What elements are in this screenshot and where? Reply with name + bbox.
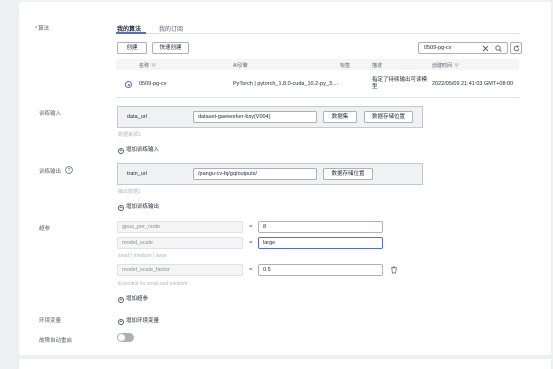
create-button[interactable]: 创建 bbox=[117, 42, 147, 54]
quick-create-button[interactable]: 快速创建 bbox=[152, 42, 189, 54]
hyperparam-value[interactable]: large bbox=[258, 237, 383, 249]
hyperparam-name: model_scale bbox=[117, 237, 243, 249]
train-output-hint: 输出数据1 bbox=[118, 189, 141, 195]
equals-sign: = bbox=[249, 267, 253, 273]
hyperparam-value[interactable]: 8 bbox=[258, 221, 383, 233]
tab-my-subscriptions[interactable]: 我的订阅 bbox=[159, 24, 183, 33]
search-icon[interactable] bbox=[495, 45, 502, 52]
train-input-name: data_url bbox=[127, 114, 147, 120]
row-description: 指定了持续输出可读模型 bbox=[372, 77, 428, 90]
table-header: 名称 AI引擎 标签 描述 创建时间 bbox=[116, 59, 519, 70]
algorithm-label: *算法 bbox=[35, 26, 50, 32]
equals-sign: = bbox=[249, 224, 253, 230]
dataset-button[interactable]: 数据集 bbox=[323, 111, 357, 123]
hyperparam-name: model_scale_factor bbox=[117, 264, 243, 276]
delete-icon[interactable] bbox=[390, 266, 398, 274]
help-icon[interactable]: ? bbox=[65, 166, 73, 174]
add-circle-icon: + bbox=[118, 148, 124, 154]
hyperparam-hint: Essential for small and medium bbox=[118, 281, 188, 287]
column-header-name[interactable]: 名称 bbox=[139, 62, 157, 69]
add-circle-icon: + bbox=[118, 319, 124, 325]
table-row[interactable]: 0509-pg-cv PyTorch | pytorch_1.8.0-cuda_… bbox=[116, 71, 519, 98]
add-env-button[interactable]: + 增加环境变量 bbox=[118, 316, 159, 325]
row-engine: PyTorch | pytorch_1.8.0-cuda_10.2-py_3..… bbox=[233, 81, 339, 87]
train-output-label: 训练输出 bbox=[39, 169, 62, 175]
active-tab-indicator bbox=[116, 32, 146, 34]
equals-sign: = bbox=[249, 240, 253, 246]
hyperparam-hint: small | medium | large bbox=[118, 253, 167, 259]
column-header-engine: AI引擎 bbox=[233, 63, 248, 69]
column-header-created[interactable]: 创建时间 bbox=[432, 62, 460, 69]
search-value: 0509-pg-cv bbox=[424, 45, 452, 51]
add-train-output-button[interactable]: + 增加训练输出 bbox=[118, 202, 159, 211]
clear-icon[interactable] bbox=[482, 45, 489, 52]
svg-text:?: ? bbox=[68, 168, 71, 174]
refresh-icon bbox=[513, 45, 520, 52]
search-input[interactable]: 0509-pg-cv bbox=[418, 42, 508, 54]
input-storage-button[interactable]: 数据存储位置 bbox=[364, 111, 413, 123]
next-panel bbox=[19, 359, 551, 369]
refresh-button[interactable] bbox=[510, 42, 522, 54]
train-input-hint: 数据来源1 bbox=[118, 132, 141, 138]
sort-icon[interactable] bbox=[151, 63, 157, 68]
hyperparam-name: gpus_per_node bbox=[117, 221, 243, 233]
train-input-field[interactable]: dataset-gaeworker-bsy(V004) bbox=[193, 111, 317, 123]
train-output-field[interactable]: /pangu-cv-bj/gq/outputs/ bbox=[193, 168, 317, 180]
column-header-tag: 标签 bbox=[340, 63, 351, 69]
row-name: 0509-pg-cv bbox=[139, 81, 167, 87]
column-header-description: 描述 bbox=[372, 63, 383, 69]
sort-icon[interactable] bbox=[454, 63, 460, 68]
output-storage-button[interactable]: 数据存储位置 bbox=[323, 168, 373, 180]
train-input-label: 训练输入 bbox=[39, 111, 62, 117]
hyperparams-label: 超参 bbox=[39, 226, 51, 232]
add-train-input-button[interactable]: + 增加训练输入 bbox=[118, 145, 159, 154]
add-circle-icon: + bbox=[118, 297, 124, 303]
add-circle-icon: + bbox=[118, 205, 124, 211]
tab-divider bbox=[116, 33, 519, 34]
hyperparam-value[interactable]: 0.5 bbox=[258, 264, 383, 276]
row-radio-selected[interactable] bbox=[125, 81, 132, 88]
add-hyperparam-button[interactable]: + 增加超参 bbox=[118, 294, 148, 303]
auto-restart-toggle[interactable] bbox=[117, 333, 134, 342]
train-output-name: train_url bbox=[127, 171, 147, 177]
env-label: 环境变量 bbox=[39, 318, 62, 324]
row-created: 2022/05/09 21:41:03 GMT+08:00 bbox=[432, 81, 514, 87]
auto-restart-label: 故障自动重启 bbox=[39, 338, 73, 344]
